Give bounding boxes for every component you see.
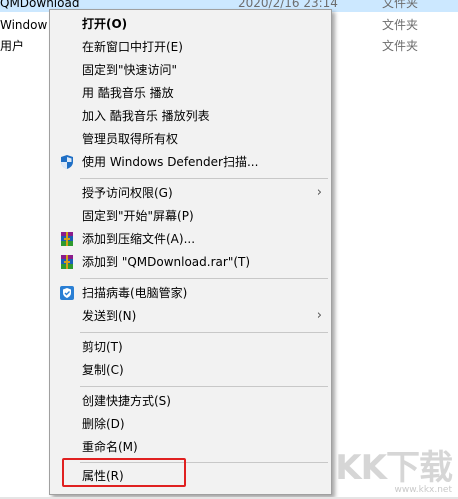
menu-item-label: 管理员取得所有权: [82, 132, 179, 146]
properties-highlight-box: [62, 458, 186, 487]
menu-item-label: 打开(O): [82, 17, 128, 31]
menu-item-label: 删除(D): [82, 417, 125, 431]
menu-item-label: 在新窗口中打开(E): [82, 40, 183, 54]
file-type: 文件夹: [382, 18, 419, 32]
context-menu: 打开(O) 在新窗口中打开(E) 固定到"快速访问" 用 酷我音乐 播放 加入 …: [49, 9, 332, 495]
menu-item-label: 固定到"快速访问": [82, 63, 178, 77]
watermark-logo: KK下载: [335, 448, 453, 488]
menu-separator: [80, 278, 328, 279]
menu-item-label: 创建快捷方式(S): [82, 394, 171, 408]
menu-item-label: 复制(C): [82, 363, 124, 377]
menu-item-pin-start[interactable]: 固定到"开始"屏幕(P): [51, 205, 330, 227]
menu-item-take-ownership[interactable]: 管理员取得所有权: [51, 128, 330, 150]
menu-item-create-shortcut[interactable]: 创建快捷方式(S): [51, 390, 330, 412]
winrar-icon: [59, 254, 75, 270]
menu-item-label: 固定到"开始"屏幕(P): [82, 209, 194, 223]
menu-item-label: 使用 Windows Defender扫描...: [82, 155, 259, 169]
menu-item-label: 重命名(M): [82, 440, 138, 454]
menu-item-label: 授予访问权限(G): [82, 186, 173, 200]
menu-separator: [80, 178, 328, 179]
menu-item-rename[interactable]: 重命名(M): [51, 436, 330, 458]
menu-item-pin-quick-access[interactable]: 固定到"快速访问": [51, 59, 330, 81]
file-type: 文件夹: [382, 39, 419, 53]
menu-item-kuwo-playlist[interactable]: 加入 酷我音乐 播放列表: [51, 105, 330, 127]
menu-item-delete[interactable]: 删除(D): [51, 413, 330, 435]
shield-icon: [59, 154, 75, 170]
file-name: 用户: [0, 39, 25, 53]
menu-item-label: 添加到 "QMDownload.rar"(T): [82, 255, 251, 269]
menu-item-label: 发送到(N): [82, 309, 137, 323]
menu-item-label: 扫描病毒(电脑管家): [82, 286, 188, 300]
menu-item-defender-scan[interactable]: 使用 Windows Defender扫描...: [51, 151, 330, 173]
menu-item-copy[interactable]: 复制(C): [51, 359, 330, 381]
menu-item-add-to-rar[interactable]: 添加到 "QMDownload.rar"(T): [51, 251, 330, 273]
file-type: 文件夹: [382, 0, 419, 10]
winrar-icon: [59, 231, 75, 247]
menu-item-label: 加入 酷我音乐 播放列表: [82, 109, 210, 123]
chevron-right-icon: ›: [316, 185, 322, 200]
menu-item-label: 添加到压缩文件(A)...: [82, 232, 196, 246]
file-name: Window: [0, 18, 48, 32]
menu-item-grant-access[interactable]: 授予访问权限(G) ›: [51, 182, 330, 204]
menu-item-label: 用 酷我音乐 播放: [82, 86, 174, 100]
chevron-right-icon: ›: [316, 308, 322, 323]
menu-item-kuwo-play[interactable]: 用 酷我音乐 播放: [51, 82, 330, 104]
menu-item-send-to[interactable]: 发送到(N) ›: [51, 305, 330, 327]
menu-item-label: 剪切(T): [82, 340, 123, 354]
watermark: KK下载 www.kkx.net: [335, 448, 453, 495]
menu-item-add-archive[interactable]: 添加到压缩文件(A)...: [51, 228, 330, 250]
menu-item-open-new-window[interactable]: 在新窗口中打开(E): [51, 36, 330, 58]
guanjia-shield-icon: [59, 285, 75, 301]
menu-item-virus-scan[interactable]: 扫描病毒(电脑管家): [51, 282, 330, 304]
menu-separator: [80, 386, 328, 387]
menu-item-open[interactable]: 打开(O): [51, 13, 330, 35]
menu-separator: [80, 332, 328, 333]
menu-item-cut[interactable]: 剪切(T): [51, 336, 330, 358]
